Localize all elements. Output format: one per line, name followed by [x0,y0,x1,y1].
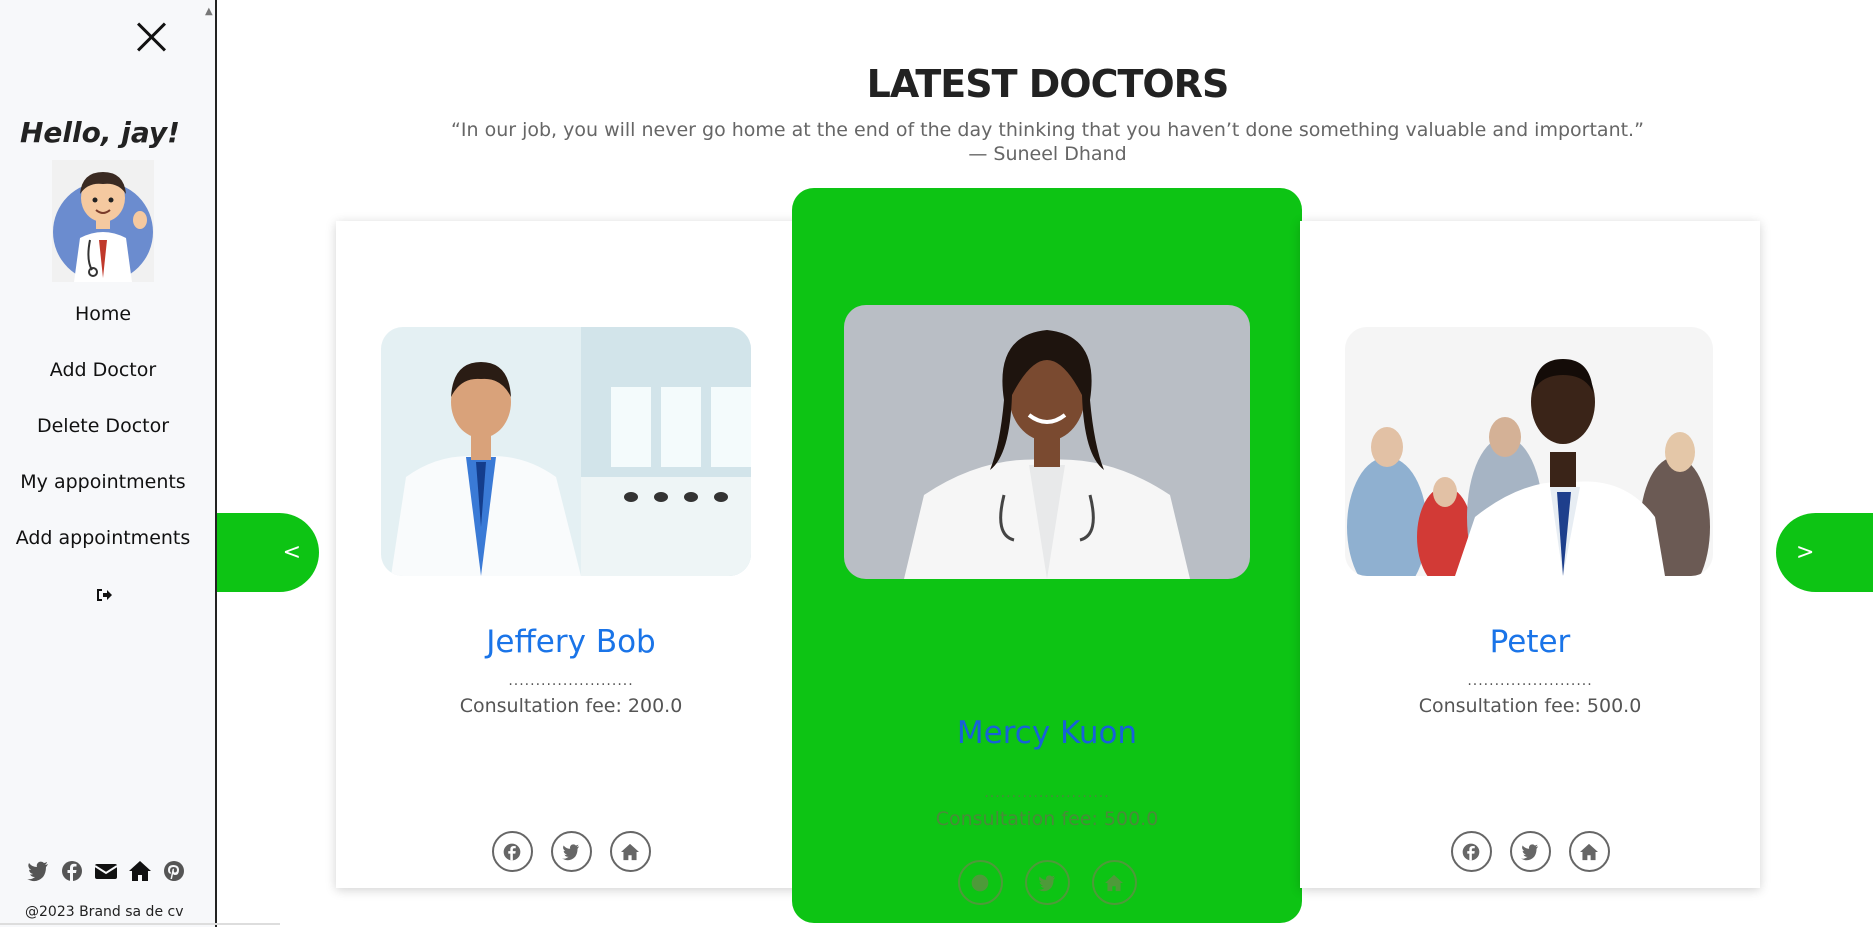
scroll-up-icon[interactable]: ▲ [205,6,213,17]
home-icon[interactable] [128,860,152,882]
sidebar-nav: Home Add Doctor Delete Doctor My appoint… [0,300,206,580]
doctor-card-featured[interactable]: Mercy Kuon ....................... Consu… [792,188,1302,923]
facebook-icon[interactable] [60,860,84,882]
facebook-icon[interactable] [491,831,533,872]
home-icon[interactable] [609,831,651,872]
nav-add-appointments[interactable]: Add appointments [0,524,206,580]
card-social-links [1300,831,1760,872]
quote: “In our job, you will never go home at t… [451,119,1644,165]
logout-icon[interactable] [95,587,113,603]
twitter-icon[interactable] [1024,860,1070,905]
doctor-name[interactable]: Peter [1300,624,1760,660]
consultation-fee: Consultation fee: 500.0 [1418,695,1642,717]
divider-dots: ....................... [984,785,1110,801]
nav-delete-doctor[interactable]: Delete Doctor [0,412,206,468]
home-icon[interactable] [1091,860,1137,905]
doctor-name[interactable]: Jeffery Bob [336,624,806,660]
copyright: @2023 Brand sa de cv [25,904,184,920]
nav-add-doctor[interactable]: Add Doctor [0,356,206,412]
carousel-prev-button[interactable]: < [217,513,319,592]
doctor-photo [381,327,751,576]
greeting: Hello, jay! [20,116,180,149]
doctor-card[interactable]: Jeffery Bob ....................... Cons… [336,221,806,888]
doctor-photo [1345,327,1713,576]
pinterest-icon[interactable] [162,860,186,882]
twitter-icon[interactable] [1509,831,1551,872]
divider-dots: ....................... [508,673,634,689]
twitter-icon[interactable] [550,831,592,872]
doctor-avatar [52,160,154,282]
nav-home[interactable]: Home [0,300,206,356]
doctor-name[interactable]: Mercy Kuon [792,715,1302,751]
divider-dots: ....................... [1467,673,1593,689]
page-title: LATEST DOCTORS [866,62,1230,106]
carousel-next-button[interactable]: > [1776,513,1873,592]
doctor-photo [844,305,1250,579]
card-social-links [792,860,1302,905]
nav-my-appointments[interactable]: My appointments [0,468,206,524]
consultation-fee: Consultation fee: 500.0 [935,808,1159,830]
close-icon[interactable] [133,18,169,54]
doctor-card[interactable]: Peter ....................... Consultati… [1300,221,1760,888]
envelope-icon[interactable] [94,860,118,882]
twitter-icon[interactable] [26,860,50,882]
facebook-icon[interactable] [1450,831,1492,872]
consultation-fee: Consultation fee: 200.0 [459,695,683,717]
divider [0,923,280,925]
prev-label: < [282,540,301,565]
sidebar: ▲ Hello, jay! Home Add Doctor Delete Doc… [0,0,217,927]
next-label: > [1796,540,1815,565]
home-icon[interactable] [1568,831,1610,872]
social-links [26,860,186,882]
card-social-links [336,831,806,872]
facebook-icon[interactable] [957,860,1003,905]
